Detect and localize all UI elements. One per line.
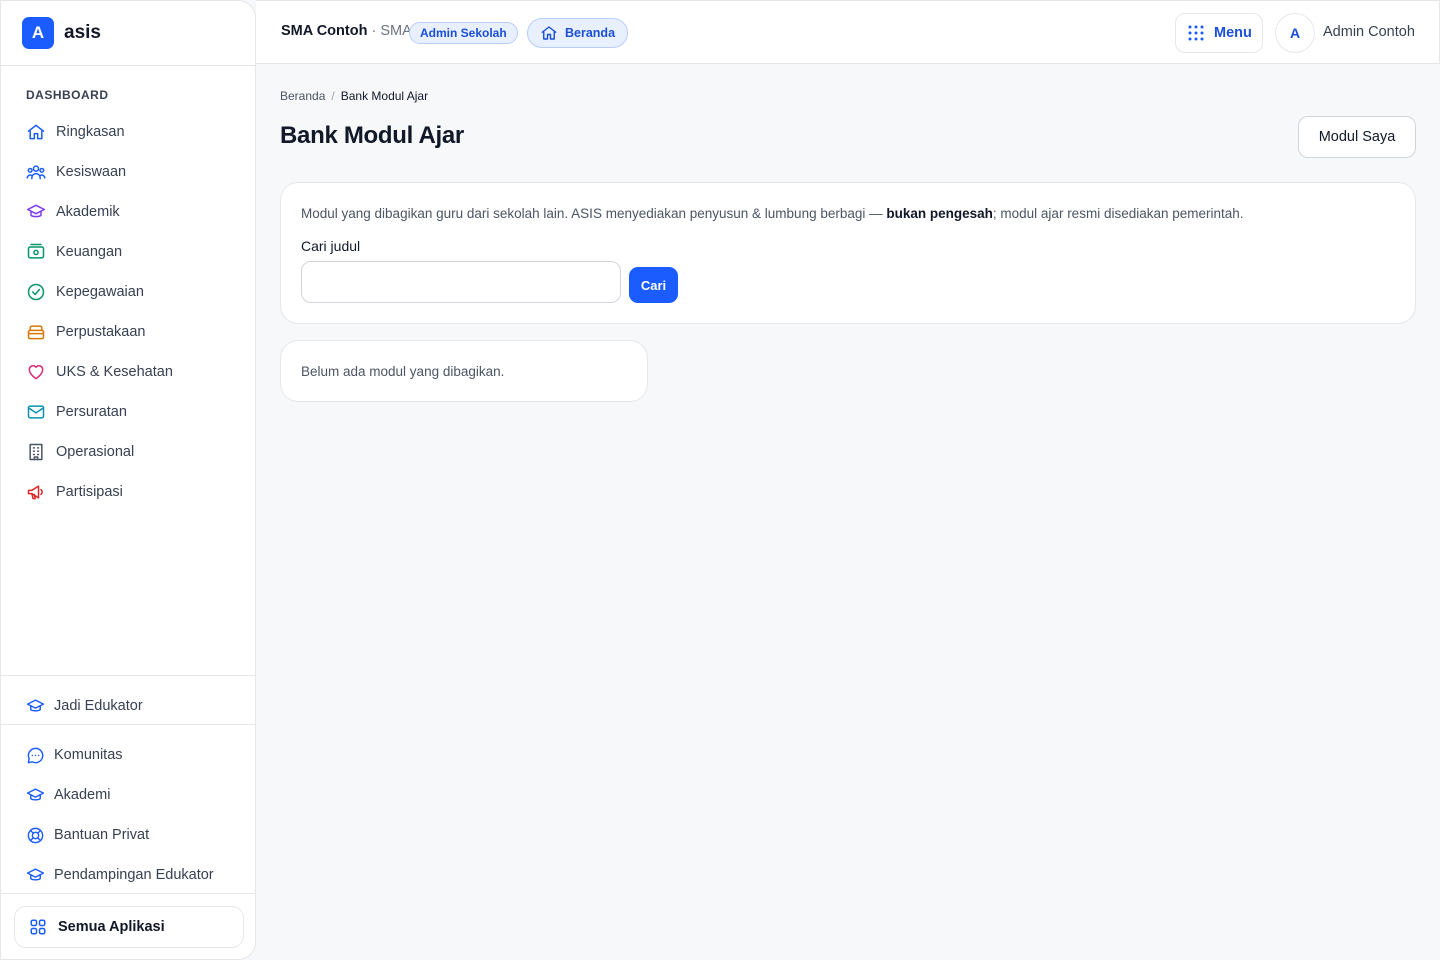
search-button[interactable]: Cari	[629, 267, 678, 303]
empty-state-card: Belum ada modul yang dibagikan.	[280, 340, 648, 402]
become-educator-link[interactable]: Jadi Edukator	[1, 686, 255, 726]
info-text: Modul yang dibagikan guru dari sekolah l…	[301, 206, 1244, 221]
breadcrumb-current: Bank Modul Ajar	[340, 89, 429, 103]
sidebar-divider	[1, 724, 255, 725]
lifebuoy-icon	[27, 827, 44, 843]
sidebar-item-label: Keuangan	[56, 244, 123, 260]
sidebar-divider	[1, 893, 255, 894]
money-icon	[27, 243, 45, 259]
mail-icon	[27, 405, 45, 419]
graduation-cap-icon	[26, 204, 46, 218]
school-name: SMA Contoh	[281, 23, 368, 39]
page-title: Bank Modul Ajar	[280, 122, 464, 149]
empty-message: Belum ada modul yang dibagikan.	[301, 364, 505, 379]
sidebar-item-label: Partisipasi	[56, 484, 123, 500]
sidebar-item-perpustakaan[interactable]: Perpustakaan	[1, 312, 255, 352]
user-name[interactable]: Admin Contoh	[1323, 24, 1415, 40]
info-prefix: Modul yang dibagikan guru dari sekolah l…	[301, 206, 887, 221]
sidebar-item-label: Ringkasan	[56, 124, 125, 140]
sidebar-link-pendampingan[interactable]: Pendampingan Edukator	[1, 855, 255, 895]
sidebar-link-bantuan-privat[interactable]: Bantuan Privat	[1, 815, 255, 855]
archive-icon	[27, 325, 45, 340]
graduation-cap-icon	[26, 787, 45, 801]
breadcrumb: Beranda / Bank Modul Ajar	[280, 89, 428, 103]
sidebar-link-label: Komunitas	[54, 747, 123, 763]
sidebar-item-keuangan[interactable]: Keuangan	[1, 232, 255, 272]
sidebar: A asis DASHBOARD Ringkasan Kesiswaan Aka…	[0, 0, 256, 960]
menu-label: Menu	[1214, 25, 1252, 41]
sidebar-item-label: Akademik	[56, 204, 120, 220]
breadcrumb-separator: /	[331, 89, 335, 103]
home-label: Beranda	[565, 26, 616, 40]
breadcrumb-home[interactable]: Beranda	[280, 89, 325, 103]
brand-logo: A	[22, 17, 54, 49]
megaphone-icon	[27, 485, 43, 500]
sidebar-item-label: Persuratan	[56, 404, 127, 420]
sidebar-link-komunitas[interactable]: Komunitas	[1, 735, 255, 775]
top-bar: SMA Contoh · SMA Admin Sekolah Beranda M…	[256, 0, 1440, 64]
brand[interactable]: A asis	[1, 1, 255, 66]
grid-icon	[30, 919, 46, 935]
building-icon	[29, 443, 43, 461]
sidebar-nav: Ringkasan Kesiswaan Akademik Keuangan Ke…	[1, 112, 255, 512]
become-educator-label: Jadi Edukator	[54, 698, 143, 714]
school-type: · SMA	[367, 23, 412, 39]
graduation-cap-icon	[26, 698, 45, 712]
sidebar-item-kesiswaan[interactable]: Kesiswaan	[1, 152, 255, 192]
all-apps-button[interactable]: Semua Aplikasi	[14, 906, 244, 948]
sidebar-item-label: Perpustakaan	[56, 324, 146, 340]
all-apps-label: Semua Aplikasi	[58, 919, 165, 935]
sidebar-item-partisipasi[interactable]: Partisipasi	[1, 472, 255, 512]
sidebar-link-label: Akademi	[54, 787, 111, 803]
sidebar-item-label: Kepegawaian	[56, 284, 144, 300]
sidebar-item-label: Operasional	[56, 444, 135, 460]
menu-button[interactable]: Menu	[1175, 13, 1263, 53]
sidebar-divider	[1, 675, 255, 676]
sidebar-item-akademik[interactable]: Akademik	[1, 192, 255, 232]
sidebar-item-uks[interactable]: UKS & Kesehatan	[1, 352, 255, 392]
avatar[interactable]: A	[1275, 13, 1315, 53]
sidebar-item-kepegawaian[interactable]: Kepegawaian	[1, 272, 255, 312]
sidebar-link-label: Bantuan Privat	[54, 827, 150, 843]
sidebar-item-persuratan[interactable]: Persuratan	[1, 392, 255, 432]
sidebar-item-ringkasan[interactable]: Ringkasan	[1, 112, 255, 152]
role-badge: Admin Sekolah	[409, 22, 518, 44]
home-icon	[27, 124, 45, 140]
dots-grid-icon	[1188, 25, 1204, 41]
home-button[interactable]: Beranda	[527, 18, 629, 48]
badge-check-icon	[27, 283, 45, 301]
search-card: Modul yang dibagikan guru dari sekolah l…	[280, 182, 1416, 324]
sidebar-link-label: Pendampingan Edukator	[54, 867, 214, 883]
sidebar-section-label: DASHBOARD	[26, 88, 109, 102]
school-info: SMA Contoh · SMA	[281, 23, 412, 39]
chat-icon	[27, 747, 44, 763]
heart-icon	[28, 365, 44, 380]
brand-name: asis	[64, 22, 101, 43]
my-modules-button[interactable]: Modul Saya	[1298, 116, 1416, 158]
sidebar-item-operasional[interactable]: Operasional	[1, 432, 255, 472]
sidebar-link-akademi[interactable]: Akademi	[1, 775, 255, 815]
info-suffix: ; modul ajar resmi disediakan pemerintah…	[992, 206, 1244, 221]
sidebar-item-label: UKS & Kesehatan	[56, 364, 173, 380]
search-input[interactable]	[301, 261, 621, 303]
graduation-cap-icon	[26, 867, 45, 881]
sidebar-item-label: Kesiswaan	[56, 164, 127, 180]
home-icon	[541, 26, 557, 40]
info-bold: bukan pengesah	[886, 206, 993, 221]
search-label: Cari judul	[301, 238, 361, 254]
users-icon	[26, 165, 46, 180]
